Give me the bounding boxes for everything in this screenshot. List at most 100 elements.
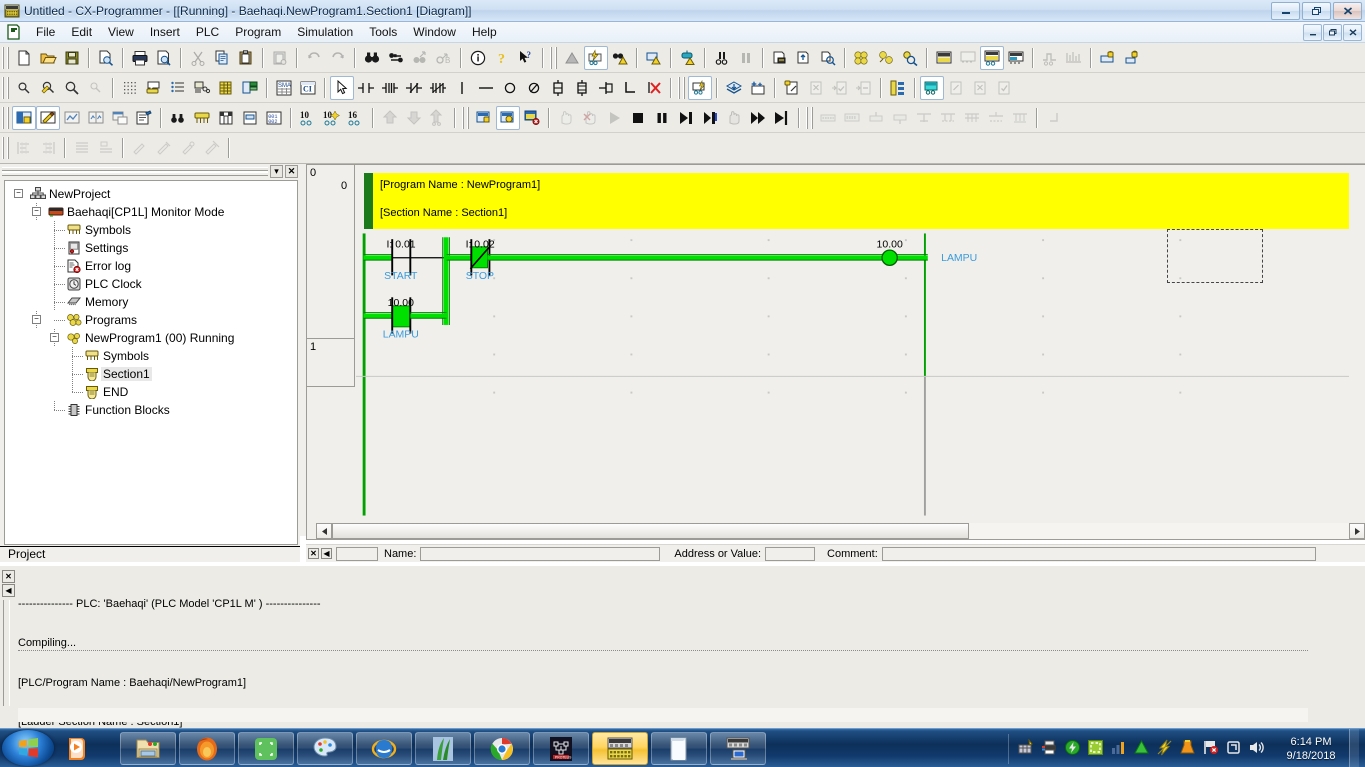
expander-cell[interactable]: −	[29, 203, 47, 221]
toolbar-grip[interactable]	[2, 106, 9, 129]
new-coil-inverted-button[interactable]	[522, 76, 546, 100]
panel-dropdown-button[interactable]: ▾	[270, 165, 283, 178]
tree-node-error-log[interactable]: Error log	[7, 257, 295, 275]
close-button[interactable]	[1333, 2, 1362, 20]
corner-grey-button[interactable]	[1042, 106, 1066, 130]
output-horizontal-scrollbar[interactable]	[18, 708, 1308, 722]
minimize-button[interactable]	[1271, 2, 1300, 20]
menu-file[interactable]: File	[28, 23, 63, 41]
show-symbol-table-button[interactable]	[190, 76, 214, 100]
new-contact-nc-button[interactable]	[402, 76, 426, 100]
new-contact-down-button[interactable]	[426, 76, 450, 100]
antivirus-shield-icon[interactable]	[1064, 739, 1081, 759]
hex-16-button[interactable]: 16	[344, 106, 368, 130]
redo-button[interactable]	[326, 46, 350, 70]
scroll-track[interactable]	[18, 708, 1308, 722]
show-output-window-button[interactable]	[238, 76, 262, 100]
new-file-button[interactable]	[12, 46, 36, 70]
tree-node-symbols[interactable]: Symbols	[7, 221, 295, 239]
menu-edit[interactable]: Edit	[63, 23, 100, 41]
plc-unit-4-button[interactable]	[888, 106, 912, 130]
text-align-button[interactable]	[70, 136, 94, 160]
media-player-icon[interactable]	[62, 733, 92, 764]
cross-reference-button[interactable]	[408, 46, 432, 70]
zoom-select-button[interactable]	[36, 76, 60, 100]
collapse-icon[interactable]: −	[14, 189, 23, 198]
chart-bars-icon[interactable]	[1110, 739, 1127, 759]
toolbar-grip-monitor[interactable]	[678, 76, 685, 99]
sim-fast-button[interactable]	[746, 106, 770, 130]
menu-window[interactable]: Window	[405, 23, 464, 41]
watch-window-button[interactable]	[920, 75, 944, 100]
show-mnemonics-button[interactable]: SMA	[272, 76, 296, 100]
toggle-ladder-pen-button[interactable]	[36, 105, 60, 130]
paste-special-button[interactable]	[268, 46, 292, 70]
menu-tools[interactable]: Tools	[361, 23, 405, 41]
project-tree[interactable]: − NewProject − Baehaqi[CP1L] Monitor Mod…	[4, 180, 298, 545]
output-scroll-button[interactable]: ◀	[2, 584, 15, 597]
tree-node-plc-clock[interactable]: PLC Clock	[7, 275, 295, 293]
new-block-button[interactable]	[594, 76, 618, 100]
plc-net-3-button[interactable]	[960, 106, 984, 130]
sim-stop-square-button[interactable]	[626, 106, 650, 130]
watch-edit-button[interactable]	[944, 76, 968, 100]
program-search-button[interactable]	[898, 46, 922, 70]
reset-value-button[interactable]	[852, 76, 876, 100]
sim-stop-button[interactable]	[520, 106, 544, 130]
transfer-to-plc-button[interactable]	[642, 46, 666, 70]
mdi-minimize-button[interactable]	[1303, 24, 1322, 41]
task-cx-designer[interactable]	[710, 732, 766, 765]
toolbar-grip-plc[interactable]	[550, 46, 557, 69]
collapse-icon[interactable]: −	[32, 315, 41, 324]
sim-transfer-button[interactable]	[472, 106, 496, 130]
new-instruction-button[interactable]	[546, 76, 570, 100]
view-split-button[interactable]	[84, 106, 108, 130]
menu-simulation[interactable]: Simulation	[289, 23, 361, 41]
task-file-explorer[interactable]	[120, 732, 176, 765]
plc-unit-3-button[interactable]	[864, 106, 888, 130]
memory-view-1-button[interactable]	[932, 46, 956, 70]
sim-pause-button[interactable]	[650, 106, 674, 130]
pause-monitor-button[interactable]	[734, 46, 758, 70]
sim-run-button[interactable]	[602, 106, 626, 130]
panel-close-button[interactable]: ✕	[285, 165, 298, 178]
tree-node-end[interactable]: END	[7, 383, 295, 401]
new-coil-button[interactable]	[498, 76, 522, 100]
show-comments-button[interactable]	[142, 76, 166, 100]
plc-mode-monitor-button[interactable]	[676, 46, 700, 70]
memory-card-button[interactable]	[238, 106, 262, 130]
sort-ab-button[interactable]: B	[432, 46, 456, 70]
download-grey-button[interactable]	[402, 106, 426, 130]
select-mode-button[interactable]	[330, 75, 354, 100]
new-vertical-button[interactable]	[450, 76, 474, 100]
show-desktop-button[interactable]	[1349, 729, 1359, 767]
pen-tool-2-button[interactable]	[152, 136, 176, 160]
tree-node-newproject[interactable]: − NewProject	[7, 185, 295, 203]
context-help-button[interactable]: ?	[514, 46, 538, 70]
copy-button[interactable]	[210, 46, 234, 70]
tree-node-section1[interactable]: Section1	[7, 365, 295, 383]
delete-value-button[interactable]	[804, 76, 828, 100]
data-trace-button[interactable]	[1038, 46, 1062, 70]
task-cx-programmer[interactable]	[592, 732, 648, 765]
scroll-left-button[interactable]	[316, 523, 332, 539]
printer-color-icon[interactable]	[1041, 739, 1058, 759]
parambar-close-button[interactable]: ✕	[308, 548, 319, 559]
properties-button[interactable]	[132, 106, 156, 130]
new-contact-up-button[interactable]	[378, 76, 402, 100]
plc-net-5-button[interactable]	[1008, 106, 1032, 130]
force-list-button[interactable]	[886, 76, 910, 100]
zoom-out-small-button[interactable]	[12, 76, 36, 100]
edit-value-button[interactable]	[780, 76, 804, 100]
watch-delete-button[interactable]	[968, 76, 992, 100]
task-notepad[interactable]	[651, 732, 707, 765]
memory-view-4-button[interactable]	[1004, 46, 1028, 70]
task-leaf-app[interactable]	[415, 732, 471, 765]
tree-node-settings[interactable]: Settings	[7, 239, 295, 257]
help-button[interactable]: ?	[490, 46, 514, 70]
plc-lock-button[interactable]	[1096, 46, 1120, 70]
toolbar-grip[interactable]	[2, 76, 9, 99]
network-tool-icon[interactable]	[1018, 737, 1035, 759]
parambar-type-field[interactable]	[336, 546, 378, 561]
toolbar-grip[interactable]	[2, 46, 9, 69]
